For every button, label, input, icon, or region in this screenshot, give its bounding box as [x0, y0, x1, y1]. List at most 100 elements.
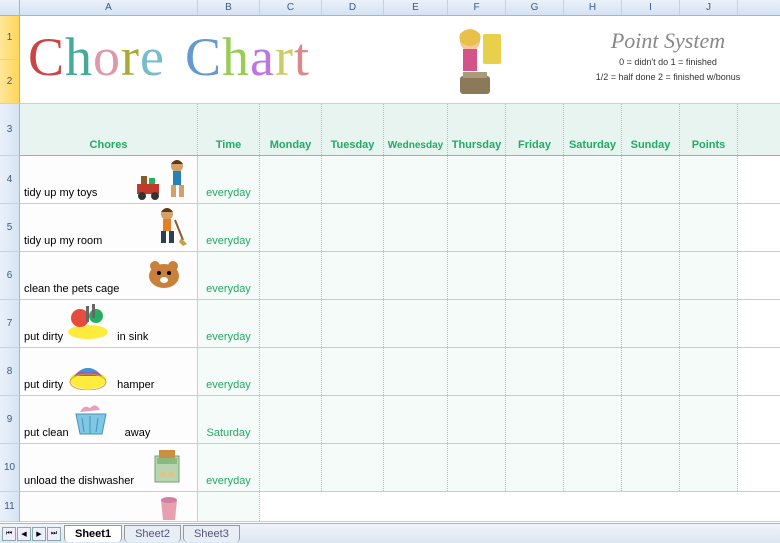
sheet-tab-2[interactable]: Sheet2 — [124, 525, 181, 542]
header-sunday[interactable]: Sunday — [622, 104, 680, 155]
day-cell[interactable] — [322, 396, 384, 443]
col-header-I[interactable]: I — [622, 0, 680, 15]
row-header-2[interactable]: 2 — [0, 60, 20, 104]
row-header-5[interactable]: 5 — [0, 204, 20, 252]
day-cell[interactable] — [622, 300, 680, 347]
day-cell[interactable] — [384, 348, 448, 395]
header-saturday[interactable]: Saturday — [564, 104, 622, 155]
col-header-C[interactable]: C — [260, 0, 322, 15]
chore-cell[interactable] — [20, 492, 198, 521]
header-tuesday[interactable]: Tuesday — [322, 104, 384, 155]
day-cell[interactable] — [622, 252, 680, 299]
row-header-3[interactable]: 3 — [0, 104, 20, 156]
time-cell[interactable]: everyday — [198, 444, 260, 491]
row-header-8[interactable]: 8 — [0, 348, 20, 396]
day-cell[interactable] — [680, 300, 738, 347]
day-cell[interactable] — [448, 252, 506, 299]
col-header-A[interactable]: A — [20, 0, 198, 15]
day-cell[interactable] — [564, 204, 622, 251]
day-cell[interactable] — [622, 204, 680, 251]
col-header-B[interactable]: B — [198, 0, 260, 15]
header-time[interactable]: Time — [198, 104, 260, 155]
day-cell[interactable] — [448, 396, 506, 443]
header-thursday[interactable]: Thursday — [448, 104, 506, 155]
row-header-10[interactable]: 10 — [0, 444, 20, 492]
day-cell[interactable] — [322, 348, 384, 395]
time-cell[interactable] — [198, 492, 260, 521]
row-header-6[interactable]: 6 — [0, 252, 20, 300]
day-cell[interactable] — [506, 396, 564, 443]
chore-cell[interactable]: tidy up my room — [20, 204, 198, 251]
day-cell[interactable] — [260, 156, 322, 203]
day-cell[interactable] — [448, 156, 506, 203]
col-header-G[interactable]: G — [506, 0, 564, 15]
day-cell[interactable] — [622, 348, 680, 395]
header-points[interactable]: Points — [680, 104, 738, 155]
day-cell[interactable] — [384, 156, 448, 203]
day-cell[interactable] — [564, 156, 622, 203]
day-cell[interactable] — [622, 396, 680, 443]
day-cell[interactable] — [564, 252, 622, 299]
row-header-4[interactable]: 4 — [0, 156, 20, 204]
chore-cell[interactable]: tidy up my toys — [20, 156, 198, 203]
day-cell[interactable] — [506, 348, 564, 395]
day-cell[interactable] — [384, 444, 448, 491]
day-cell[interactable] — [564, 396, 622, 443]
day-cell[interactable] — [260, 252, 322, 299]
header-chores[interactable]: Chores — [20, 104, 198, 155]
day-cell[interactable] — [506, 156, 564, 203]
row-header-7[interactable]: 7 — [0, 300, 20, 348]
day-cell[interactable] — [322, 204, 384, 251]
col-header-D[interactable]: D — [322, 0, 384, 15]
time-cell[interactable]: everyday — [198, 300, 260, 347]
day-cell[interactable] — [506, 300, 564, 347]
day-cell[interactable] — [506, 444, 564, 491]
day-cell[interactable] — [384, 300, 448, 347]
day-cell[interactable] — [384, 252, 448, 299]
day-cell[interactable] — [322, 252, 384, 299]
time-cell[interactable]: Saturday — [198, 396, 260, 443]
chore-cell[interactable]: put dirty hamper — [20, 348, 198, 395]
day-cell[interactable] — [322, 300, 384, 347]
day-cell[interactable] — [384, 204, 448, 251]
last-sheet-button[interactable]: ⏭ — [47, 527, 61, 541]
first-sheet-button[interactable]: ⏮ — [2, 527, 16, 541]
day-cell[interactable] — [260, 204, 322, 251]
day-cell[interactable] — [622, 444, 680, 491]
select-all-corner[interactable] — [0, 0, 20, 15]
day-cell[interactable] — [680, 156, 738, 203]
header-friday[interactable]: Friday — [506, 104, 564, 155]
time-cell[interactable]: everyday — [198, 348, 260, 395]
row-header-11[interactable]: 11 — [0, 492, 20, 522]
time-cell[interactable]: everyday — [198, 252, 260, 299]
day-cell[interactable] — [260, 444, 322, 491]
col-header-F[interactable]: F — [448, 0, 506, 15]
day-cell[interactable] — [322, 156, 384, 203]
day-cell[interactable] — [564, 348, 622, 395]
day-cell[interactable] — [680, 204, 738, 251]
day-cell[interactable] — [448, 348, 506, 395]
row-header-9[interactable]: 9 — [0, 396, 20, 444]
prev-sheet-button[interactable]: ◀ — [17, 527, 31, 541]
time-cell[interactable]: everyday — [198, 156, 260, 203]
day-cell[interactable] — [564, 300, 622, 347]
day-cell[interactable] — [506, 252, 564, 299]
day-cell[interactable] — [448, 204, 506, 251]
day-cell[interactable] — [680, 396, 738, 443]
day-cell[interactable] — [506, 204, 564, 251]
day-cell[interactable] — [680, 444, 738, 491]
next-sheet-button[interactable]: ▶ — [32, 527, 46, 541]
chore-cell[interactable]: put dirty in sink — [20, 300, 198, 347]
day-cell[interactable] — [322, 444, 384, 491]
day-cell[interactable] — [260, 300, 322, 347]
day-cell[interactable] — [622, 156, 680, 203]
col-header-H[interactable]: H — [564, 0, 622, 15]
col-header-J[interactable]: J — [680, 0, 738, 15]
day-cell[interactable] — [260, 396, 322, 443]
time-cell[interactable]: everyday — [198, 204, 260, 251]
day-cell[interactable] — [384, 396, 448, 443]
chore-cell[interactable]: clean the pets cage — [20, 252, 198, 299]
chore-cell[interactable]: unload the dishwasher — [20, 444, 198, 491]
sheet-tab-3[interactable]: Sheet3 — [183, 525, 240, 542]
day-cell[interactable] — [448, 300, 506, 347]
